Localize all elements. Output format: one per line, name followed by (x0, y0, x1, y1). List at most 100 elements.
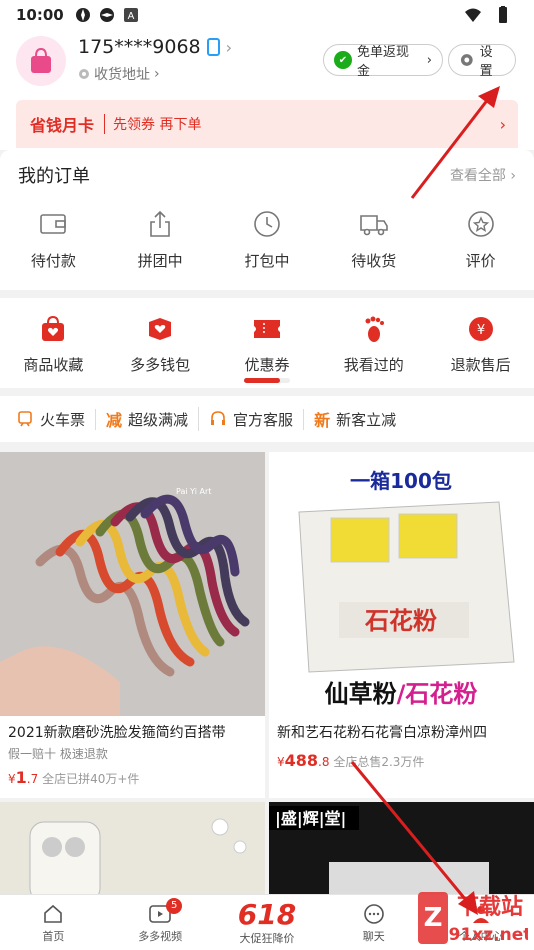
ticket-icon (253, 320, 280, 338)
app-notification-icon (99, 8, 114, 22)
order-item-group[interactable]: 拼团中 (110, 208, 210, 271)
feature-history[interactable]: 我看过的 (324, 314, 424, 375)
product-grid: Pai Yi Art 2021新款磨砂洗脸发箍简约百搭带 假一赔十 极速退款 ¥… (0, 442, 534, 902)
money-card-title: 省钱月卡 (30, 116, 95, 135)
feature-favorites[interactable]: 商品收藏 (3, 314, 103, 375)
status-bar: 10:00 A (0, 0, 534, 30)
money-card-banner[interactable]: 省钱月卡 先领券 再下单 › (16, 100, 518, 148)
order-status-list: 待付款 拼团中 打包中 待收货 评价 (0, 208, 534, 271)
quick-link-train[interactable]: 火车票 (16, 408, 97, 430)
product-name: 2021新款磨砂洗脸发箍简约百搭带 (8, 725, 226, 741)
yen-icon: ¥ (468, 317, 493, 341)
product-card[interactable]: Pai Yi Art 2021新款磨砂洗脸发箍简约百搭带 假一赔十 极速退款 ¥… (0, 452, 265, 798)
account-phone[interactable]: 175****9068 › (78, 36, 232, 58)
train-icon (18, 411, 32, 427)
wechat-icon: ✔ (334, 51, 352, 69)
product-price-row: ¥1.7 全店已拼40万+件 (8, 768, 140, 787)
order-item-review[interactable]: 评价 (431, 208, 531, 271)
gear-icon (460, 54, 473, 66)
product-banner-brand: |盛|辉|堂| (275, 809, 346, 829)
order-item-pending-payment[interactable]: 待付款 (3, 208, 103, 271)
product-image-jelly-powder: 一箱100包 石花粉 仙草粉/石花粉 (269, 452, 534, 716)
money-card-section: 省钱月卡 先领券 再下单 › (0, 100, 534, 150)
home-icon (44, 904, 63, 923)
avatar-bag-icon (31, 47, 51, 73)
wifi-icon (465, 8, 481, 22)
feature-scroll-indicator (244, 378, 290, 383)
profile-header: 175****9068 › 收货地址 › ✔ 免单返现金 › 设置 (0, 30, 534, 100)
orders-section: 我的订单 查看全部 › 待付款 拼团中 打包中 待收货 评价 (0, 150, 534, 290)
app-notification-icon (75, 8, 90, 22)
wallet-heart-icon (149, 318, 172, 340)
product-price: 488 (284, 751, 319, 770)
address-label: 收货地址 (94, 67, 150, 83)
settings-label: 设置 (479, 45, 493, 79)
clock-icon (254, 211, 280, 237)
quick-link-service[interactable]: 官方客服 (209, 408, 305, 430)
status-time: 10:00 (16, 6, 64, 24)
address-link[interactable]: 收货地址 › (78, 64, 160, 84)
cashback-label: 免单返现金 (356, 45, 409, 79)
new-icon: 新 (314, 411, 331, 430)
discount-icon: 减 (106, 411, 123, 430)
feature-wallet[interactable]: 多多钱包 (110, 314, 210, 375)
svg-text:Z: Z (424, 903, 443, 933)
product-image-phone-case (0, 802, 265, 902)
product-name: 新和艺石花粉石花膏白凉粉漳州四 (277, 725, 487, 741)
quick-link-new-user[interactable]: 新 新客立减 (314, 407, 406, 431)
svg-text:¥: ¥ (476, 323, 484, 338)
chevron-right-icon: › (499, 114, 506, 134)
feature-section: 商品收藏 多多钱包 优惠券 我看过的 ¥ 退款售后 (0, 298, 534, 388)
svg-text:A: A (127, 11, 134, 22)
watermark-logo: Z 下载站 91xz.net (418, 892, 528, 945)
product-box-label: 石花粉 (364, 607, 437, 635)
product-image-headbands: Pai Yi Art (0, 452, 265, 716)
chevron-right-icon: › (225, 37, 233, 57)
chevron-right-icon: › (154, 66, 160, 82)
tab-home[interactable]: 首页 (3, 902, 103, 944)
video-badge: 5 (166, 897, 183, 914)
tab-promo[interactable]: 618 大促狂降价 (217, 897, 317, 946)
promo-618-label: 618 (237, 897, 297, 931)
chat-icon (363, 903, 384, 924)
notification-a-icon: A (123, 8, 138, 22)
order-item-shipping[interactable]: 待收货 (324, 208, 424, 271)
product-sales: 全店总售2.3万件 (333, 755, 425, 769)
avatar[interactable] (16, 36, 66, 86)
product-card[interactable]: |盛|辉|堂| (269, 802, 534, 902)
settings-button[interactable]: 设置 (448, 44, 516, 79)
quick-link-discount[interactable]: 减 超级满减 (106, 407, 200, 431)
headset-icon (211, 411, 226, 425)
product-image-dark: |盛|辉|堂| (269, 802, 534, 902)
product-sales: 全店已拼40万+件 (42, 772, 140, 786)
money-card-subtitle: 先领券 再下单 (104, 114, 201, 134)
location-icon (79, 69, 89, 79)
share-icon (150, 210, 170, 237)
order-item-packing[interactable]: 打包中 (217, 208, 317, 271)
bag-heart-icon (42, 315, 65, 341)
cashback-button[interactable]: ✔ 免单返现金 › (323, 44, 443, 79)
tab-video[interactable]: 5 多多视频 (110, 897, 210, 944)
chevron-right-icon: › (426, 52, 432, 68)
truck-icon (359, 215, 388, 236)
quick-links: 火车票 减 超级满减 官方客服 新 新客立减 (0, 396, 534, 442)
orders-title: 我的订单 (18, 166, 90, 187)
watermark-url: 91xz.net (449, 925, 528, 945)
tab-chat[interactable]: 聊天 (324, 902, 424, 944)
star-icon (467, 211, 494, 237)
device-icon (206, 38, 220, 56)
phone-number: 175****9068 (78, 36, 201, 58)
feature-refund[interactable]: ¥ 退款售后 (431, 314, 531, 375)
product-card[interactable]: 一箱100包 石花粉 仙草粉/石花粉 新和艺石花粉石花膏白凉粉漳州四 ¥488.… (269, 452, 534, 798)
screen: 10:00 A 175****9068 › 收货地址 › ✔ 免单返现金 › 设… (0, 0, 534, 950)
orders-header: 我的订单 查看全部 › (0, 160, 534, 190)
feature-coupons[interactable]: 优惠券 (217, 314, 317, 375)
watermark-title: 下载站 (457, 894, 523, 920)
product-tags: 假一赔十 极速退款 (8, 747, 108, 761)
feature-list: 商品收藏 多多钱包 优惠券 我看过的 ¥ 退款售后 (0, 314, 534, 375)
svg-text:Pai Yi Art: Pai Yi Art (176, 487, 211, 496)
footprint-icon (365, 316, 384, 342)
product-banner-top: 一箱100包 (350, 469, 452, 493)
product-card[interactable] (0, 802, 265, 902)
view-all-orders-link[interactable]: 查看全部 › (450, 165, 516, 185)
